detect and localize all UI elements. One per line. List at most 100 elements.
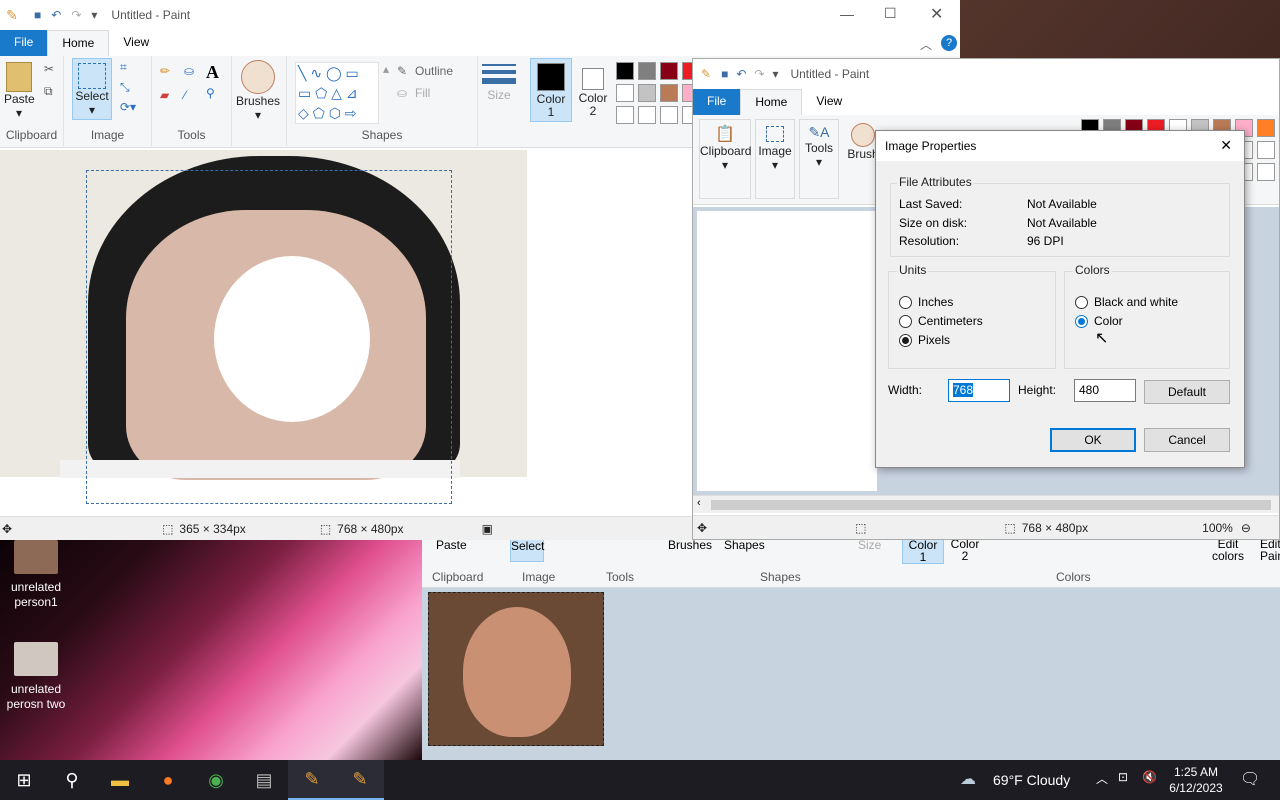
radio-centimeters[interactable]: Centimeters (899, 314, 983, 328)
palette-swatch[interactable] (660, 62, 678, 80)
palette-swatch[interactable] (638, 62, 656, 80)
canvas-image-face[interactable] (428, 592, 604, 746)
collapse-ribbon-icon[interactable]: ︿ (920, 36, 932, 53)
desktop-icon-person1[interactable]: unrelated person1 (0, 540, 76, 610)
menu-file[interactable]: File (0, 30, 48, 56)
palette-swatch[interactable] (660, 106, 678, 124)
size-button[interactable]: Size (858, 538, 881, 552)
palette-swatch[interactable] (616, 62, 634, 80)
eraser-icon[interactable]: ▰ (160, 88, 169, 102)
redo-icon[interactable]: ↷ (71, 8, 81, 22)
magnifier-icon[interactable]: ⚲ (206, 86, 215, 100)
brushes-button[interactable]: Brushes (668, 538, 712, 552)
palette-swatch[interactable] (638, 84, 656, 102)
save-icon[interactable]: ■ (721, 67, 728, 81)
cancel-button[interactable]: Cancel (1144, 428, 1230, 452)
network-icon[interactable]: ⊡ (1118, 770, 1128, 784)
taskbar-explorer[interactable]: ▬ (96, 760, 144, 800)
shapes-button[interactable]: Shapes (724, 538, 765, 552)
text-tool-icon[interactable]: A (206, 62, 219, 83)
edit-paint3d-button[interactable]: EditPain (1260, 538, 1280, 562)
radio-color[interactable]: Color (1075, 314, 1123, 328)
pencil-icon[interactable]: ✏ (160, 64, 170, 78)
save-icon[interactable]: ■ (34, 8, 41, 22)
zoom-out-icon[interactable]: ⊖ (1241, 521, 1251, 535)
canvas-area[interactable] (0, 150, 694, 516)
color1-button[interactable]: Color 1 (902, 538, 944, 564)
palette-swatch[interactable] (616, 106, 634, 124)
radio-pixels[interactable]: Pixels (899, 333, 950, 347)
qat-dropdown-icon[interactable]: ▾ (91, 8, 97, 22)
crop-icon[interactable]: ⌗ (120, 60, 127, 75)
taskbar-chrome[interactable]: ◉ (192, 760, 240, 800)
copy-icon[interactable]: ⧉ (44, 84, 53, 99)
color2-button[interactable]: Color 2 (950, 538, 980, 562)
shapes-scroll-icon[interactable]: ▴ (383, 62, 389, 76)
undo-icon[interactable]: ↶ (51, 8, 61, 22)
tab-view[interactable]: View (109, 30, 163, 56)
tab-view[interactable]: View (802, 89, 856, 115)
dialog-close-button[interactable]: ✕ (1220, 137, 1232, 154)
selection-rectangle[interactable] (86, 170, 452, 504)
paste-button[interactable]: Paste (436, 538, 467, 552)
tab-home[interactable]: Home (740, 89, 803, 115)
horizontal-scrollbar[interactable]: ‹ (693, 495, 1279, 513)
desktop-icon-person-two[interactable]: unrelated perosn two (0, 642, 76, 712)
scrollbar-thumb[interactable] (711, 500, 1271, 510)
show-hidden-icons[interactable]: ︿ (1096, 770, 1108, 787)
palette-swatch[interactable] (1257, 141, 1275, 159)
radio-black-and-white[interactable]: Black and white (1075, 295, 1178, 309)
fill-bucket-icon[interactable]: ⛀ (184, 64, 194, 78)
taskbar-paint-1[interactable]: ✎ (288, 760, 336, 800)
paste-button[interactable]: Paste ▾ (4, 62, 35, 120)
default-button[interactable]: Default (1144, 380, 1230, 404)
weather-text[interactable]: 69°F Cloudy (993, 772, 1070, 788)
width-input[interactable]: 768 (948, 379, 1010, 402)
brushes-button[interactable]: Brushes ▾ (236, 60, 280, 122)
tab-home[interactable]: Home (47, 30, 110, 56)
taskbar-firefox[interactable]: ● (144, 760, 192, 800)
color1-label: Color (536, 92, 566, 106)
palette-swatch[interactable] (638, 106, 656, 124)
image-button[interactable]: Image ▾ (755, 119, 795, 199)
resize-icon[interactable]: ⤡ (120, 80, 130, 95)
palette-swatch[interactable] (616, 84, 634, 102)
qat-dropdown-icon[interactable]: ▾ (772, 67, 778, 81)
taskbar-app[interactable]: ▤ (240, 760, 288, 800)
shapes-gallery[interactable]: ╲ ∿ ◯ ▭ ▭ ⬠ △ ⊿ ◇ ⬠ ⬡ ⇨ (295, 62, 379, 124)
outline-button[interactable]: Outline (415, 64, 453, 78)
search-button[interactable]: ⚲ (48, 760, 96, 800)
cut-icon[interactable]: ✂ (44, 62, 54, 76)
palette-swatch[interactable] (1257, 163, 1275, 181)
fill-button[interactable]: Fill (415, 86, 430, 100)
height-input[interactable]: 480 (1074, 379, 1136, 402)
redo-icon[interactable]: ↷ (754, 67, 764, 81)
help-icon[interactable]: ? (941, 35, 957, 51)
minimize-button[interactable]: — (840, 6, 854, 22)
palette-swatch[interactable] (660, 84, 678, 102)
maximize-button[interactable]: ☐ (884, 5, 897, 22)
start-button[interactable]: ⊞ (0, 760, 48, 800)
close-button[interactable]: ✕ (930, 4, 943, 24)
color1-button[interactable]: Color 1 (530, 58, 572, 122)
color2-button[interactable]: Color 2 (576, 58, 610, 118)
radio-inches[interactable]: Inches (899, 295, 953, 309)
undo-icon[interactable]: ↶ (736, 67, 746, 81)
clock[interactable]: 1:25 AM 6/12/2023 (1168, 764, 1224, 796)
select-button[interactable]: Select (510, 538, 544, 562)
menu-file[interactable]: File (693, 89, 741, 115)
rotate-icon[interactable]: ⟳▾ (120, 100, 136, 114)
volume-muted-icon[interactable]: 🔇 (1142, 770, 1157, 784)
color-picker-icon[interactable]: ⁄ (184, 88, 186, 102)
clipboard-button[interactable]: 📋 Clipboard ▾ (699, 119, 751, 199)
size-button[interactable]: Size (482, 62, 516, 102)
move-icon: ✥ (2, 521, 13, 536)
tools-button[interactable]: ✎A Tools ▾ (799, 119, 839, 199)
ok-button[interactable]: OK (1050, 428, 1136, 452)
edit-colors-button[interactable]: Edit colors (1208, 538, 1248, 562)
notifications-icon[interactable]: 🗨 (1240, 769, 1260, 789)
select-button[interactable]: Select ▾ (72, 58, 112, 120)
palette-swatch[interactable] (1257, 119, 1275, 137)
taskbar-paint-2[interactable]: ✎ (336, 760, 384, 800)
scroll-left-icon[interactable]: ‹ (697, 497, 701, 509)
